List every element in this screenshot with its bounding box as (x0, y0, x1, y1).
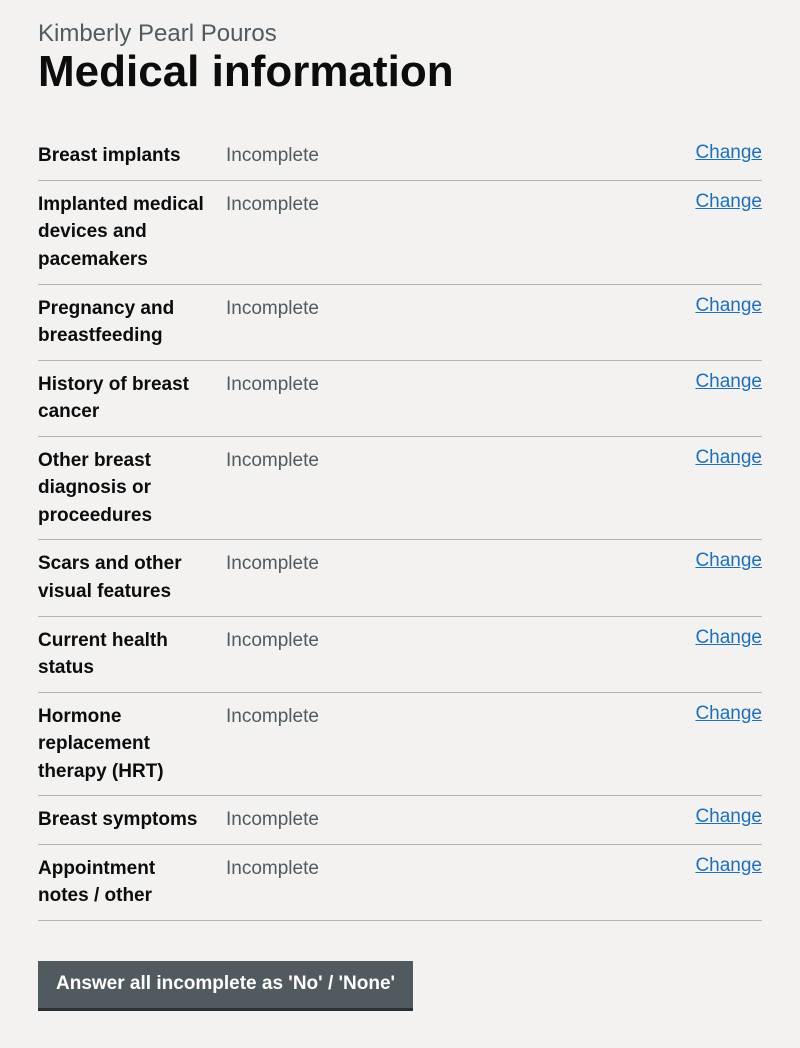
change-link[interactable]: Change (695, 191, 762, 212)
summary-key: Pregnancy and breastfeeding (38, 295, 226, 350)
summary-key: Implanted medical devices and pacemakers (38, 191, 226, 274)
summary-action: Change (695, 191, 762, 213)
change-link[interactable]: Change (695, 703, 762, 724)
change-link[interactable]: Change (695, 371, 762, 392)
answer-all-none-button[interactable]: Answer all incomplete as 'No' / 'None' (38, 961, 413, 1008)
summary-value: Incomplete (226, 806, 695, 834)
summary-action: Change (695, 295, 762, 317)
summary-key: Breast symptoms (38, 806, 226, 834)
change-link[interactable]: Change (695, 447, 762, 468)
summary-action: Change (695, 142, 762, 164)
summary-action: Change (695, 371, 762, 393)
summary-action: Change (695, 447, 762, 469)
summary-value: Incomplete (226, 550, 695, 578)
summary-row: Hormone replacement therapy (HRT)Incompl… (38, 693, 762, 797)
summary-row: History of breast cancerIncompleteChange (38, 361, 762, 437)
summary-row: Current health statusIncompleteChange (38, 617, 762, 693)
summary-key: Hormone replacement therapy (HRT) (38, 703, 226, 786)
summary-key: Current health status (38, 627, 226, 682)
change-link[interactable]: Change (695, 627, 762, 648)
change-link[interactable]: Change (695, 806, 762, 827)
change-link[interactable]: Change (695, 550, 762, 571)
summary-action: Change (695, 806, 762, 828)
summary-action: Change (695, 855, 762, 877)
summary-row: Breast implantsIncompleteChange (38, 132, 762, 181)
summary-key: Breast implants (38, 142, 226, 170)
summary-row: Implanted medical devices and pacemakers… (38, 181, 762, 285)
summary-action: Change (695, 550, 762, 572)
summary-row: Appointment notes / otherIncompleteChang… (38, 845, 762, 921)
summary-key: Other breast diagnosis or proceedures (38, 447, 226, 530)
summary-key: History of breast cancer (38, 371, 226, 426)
summary-value: Incomplete (226, 371, 695, 399)
summary-row: Other breast diagnosis or proceeduresInc… (38, 437, 762, 541)
summary-list: Breast implantsIncompleteChangeImplanted… (38, 132, 762, 920)
summary-value: Incomplete (226, 627, 695, 655)
summary-key: Scars and other visual features (38, 550, 226, 605)
summary-value: Incomplete (226, 855, 695, 883)
page-caption: Kimberly Pearl Pouros (38, 20, 277, 47)
summary-value: Incomplete (226, 447, 695, 475)
summary-value: Incomplete (226, 295, 695, 323)
summary-row: Pregnancy and breastfeedingIncompleteCha… (38, 285, 762, 361)
change-link[interactable]: Change (695, 295, 762, 316)
change-link[interactable]: Change (695, 855, 762, 876)
summary-value: Incomplete (226, 703, 695, 731)
summary-key: Appointment notes / other (38, 855, 226, 910)
summary-value: Incomplete (226, 191, 695, 219)
summary-action: Change (695, 627, 762, 649)
summary-row: Breast symptomsIncompleteChange (38, 796, 762, 845)
change-link[interactable]: Change (695, 142, 762, 163)
page-title: Medical information (38, 48, 762, 96)
summary-action: Change (695, 703, 762, 725)
summary-row: Scars and other visual featuresIncomplet… (38, 540, 762, 616)
summary-value: Incomplete (226, 142, 695, 170)
